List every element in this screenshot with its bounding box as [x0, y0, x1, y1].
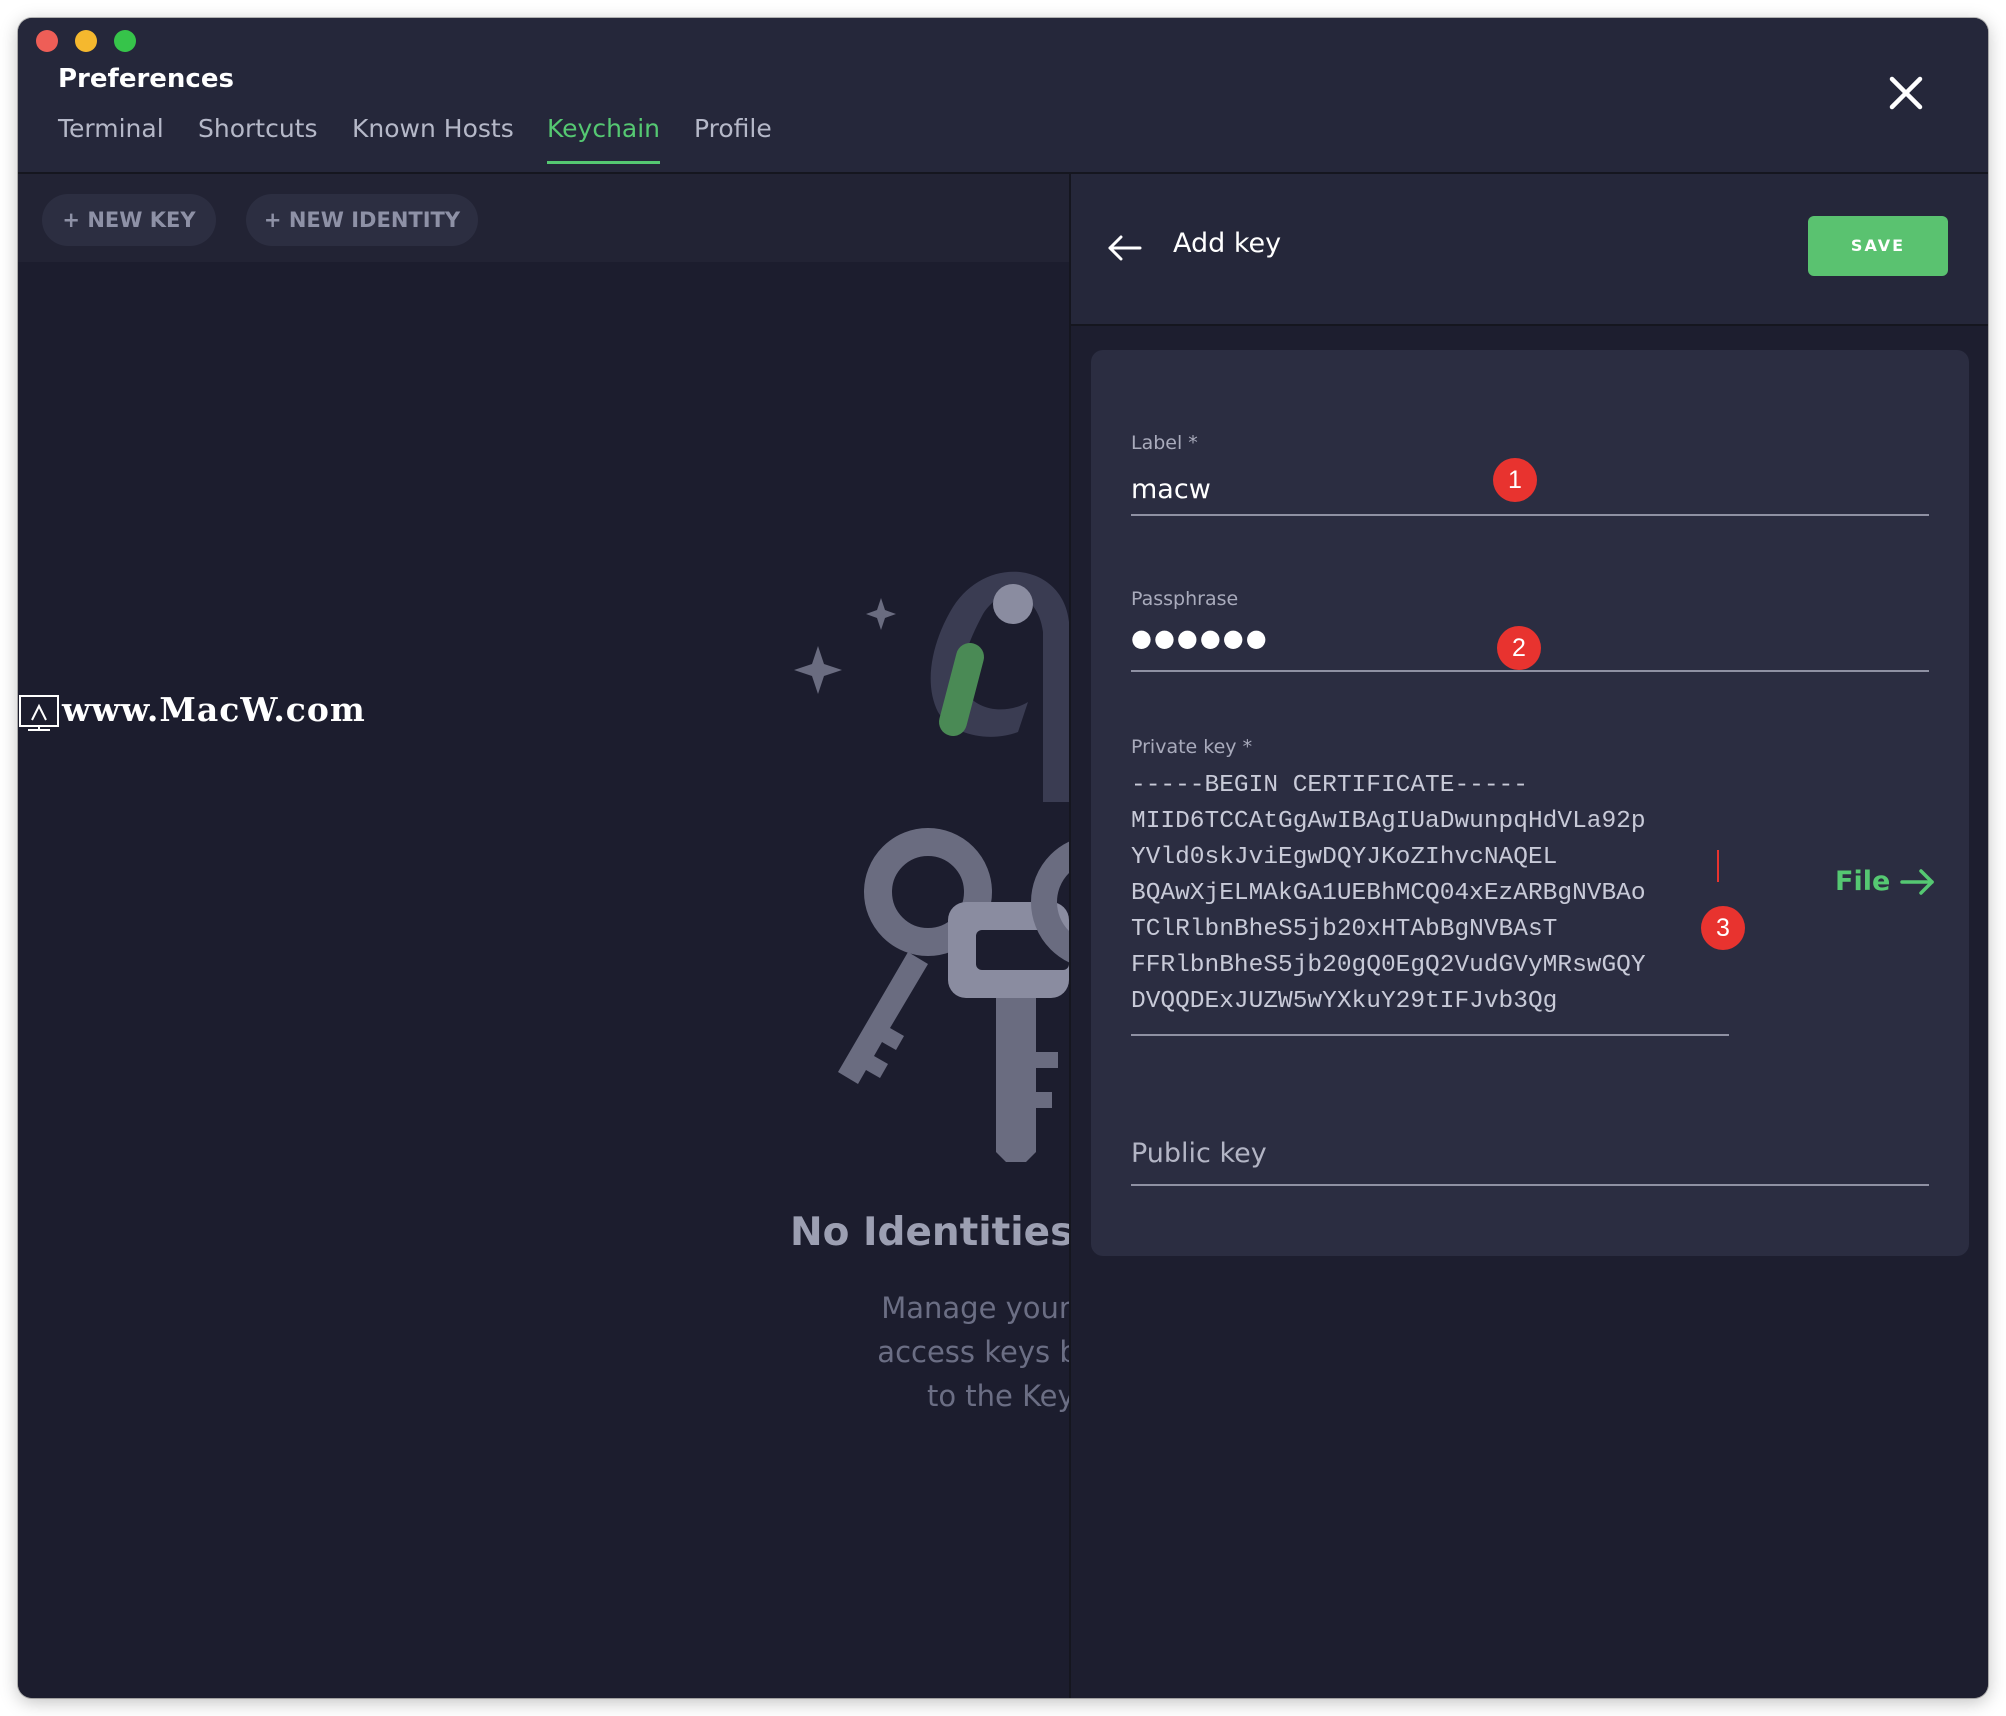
window-close-light[interactable] [36, 30, 58, 52]
label-input[interactable]: macw [1131, 474, 1211, 505]
window-zoom-light[interactable] [114, 30, 136, 52]
save-button[interactable]: SAVE [1808, 216, 1948, 276]
window-minimize-light[interactable] [75, 30, 97, 52]
empty-state-line: to the Keych [926, 1379, 1069, 1413]
new-identity-button[interactable]: + NEW IDENTITY [246, 194, 478, 246]
passphrase-underline [1131, 670, 1929, 672]
empty-state-line: access keys by add [877, 1335, 1069, 1369]
add-key-form: Label * macw 1 Passphrase ●●●●●● 2 Priva… [1091, 350, 1969, 1256]
keychain-empty-state: No Identities Manage your userr access k… [18, 262, 1069, 1698]
private-key-field-label: Private key * [1131, 736, 1253, 758]
tab-shortcuts[interactable]: Shortcuts [198, 114, 318, 161]
file-button[interactable]: File [1835, 866, 1890, 897]
preferences-window: Preferences Terminal Shortcuts Known Hos… [18, 18, 1988, 1698]
arrow-left-icon[interactable] [1107, 234, 1143, 262]
text-caret [1717, 850, 1719, 882]
passphrase-input[interactable]: ●●●●●● [1131, 624, 1269, 652]
add-key-title: Add key [1173, 228, 1282, 259]
add-key-header: Add key SAVE [1071, 174, 1988, 326]
tab-terminal[interactable]: Terminal [58, 114, 164, 161]
public-key-input[interactable]: Public key [1131, 1138, 1267, 1169]
tab-profile[interactable]: Profile [694, 114, 772, 161]
tab-known-hosts[interactable]: Known Hosts [352, 114, 514, 161]
watermark-text: www.MacW.com [62, 690, 366, 729]
watermark-logo-icon [19, 695, 59, 731]
empty-state-title: No Identities [790, 1210, 1069, 1255]
empty-state-description: Manage your userr access keys by add to … [718, 1286, 1069, 1418]
close-icon[interactable] [1886, 73, 1926, 113]
annotation-badge-2: 2 [1497, 626, 1541, 670]
passphrase-field-label: Passphrase [1131, 588, 1239, 610]
private-key-textarea[interactable]: -----BEGIN CERTIFICATE----- MIID6TCCAtGg… [1131, 768, 1646, 1020]
label-field-label: Label * [1131, 432, 1198, 454]
keychain-toolbar: + NEW KEY + NEW IDENTITY [18, 174, 1069, 262]
new-key-button[interactable]: + NEW KEY [42, 194, 216, 246]
private-key-underline [1131, 1034, 1729, 1036]
annotation-badge-3: 3 [1701, 906, 1745, 950]
add-key-panel: Add key SAVE Label * macw 1 Passphrase ●… [1069, 174, 1988, 1698]
tab-keychain[interactable]: Keychain [547, 114, 661, 164]
arrow-right-icon[interactable] [1899, 868, 1935, 900]
empty-state-line: Manage your userr [881, 1291, 1069, 1325]
window-title: Preferences [58, 64, 234, 94]
label-underline [1131, 514, 1929, 516]
annotation-badge-1: 1 [1493, 458, 1537, 502]
public-key-underline [1131, 1184, 1929, 1186]
title-bar: Preferences Terminal Shortcuts Known Hos… [18, 18, 1988, 174]
